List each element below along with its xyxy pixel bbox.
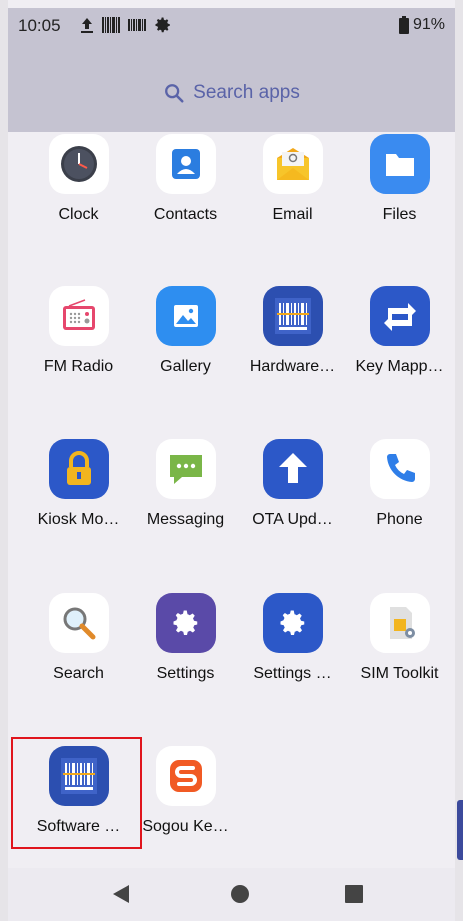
- swap-arrows-icon: [369, 286, 430, 346]
- app-email[interactable]: Email: [239, 134, 346, 224]
- app-label: Settings …: [253, 665, 332, 682]
- status-right: 91%: [398, 16, 445, 34]
- home-button[interactable]: [226, 882, 254, 906]
- highlight-box: [11, 737, 142, 849]
- upload-arrow-icon: [262, 439, 323, 499]
- app-clock[interactable]: Clock: [25, 134, 132, 224]
- app-label: Email: [272, 206, 313, 223]
- gear-small-icon: [155, 17, 170, 33]
- status-icons: [80, 14, 172, 36]
- screen-frame-left: [0, 0, 8, 921]
- app-sim-toolkit[interactable]: SIM Toolkit: [346, 593, 453, 683]
- app-settings-2[interactable]: Settings …: [239, 593, 346, 683]
- recents-square-icon: [345, 885, 363, 903]
- status-time: 10:05: [18, 16, 61, 35]
- app-label: Settings: [156, 665, 215, 682]
- app-label: Sogou Ke…: [142, 818, 229, 835]
- app-label: OTA Upd…: [252, 511, 333, 528]
- app-label: Contacts: [153, 206, 218, 223]
- barcode-small-icon: [102, 17, 120, 33]
- app-label: Kiosk Mo…: [37, 511, 120, 528]
- radio-icon: [48, 286, 109, 346]
- email-icon: [262, 134, 323, 194]
- app-gallery[interactable]: Gallery: [132, 286, 239, 376]
- app-kiosk-mode[interactable]: Kiosk Mo…: [25, 439, 132, 529]
- app-label: Key Mapp…: [355, 358, 444, 375]
- battery-icon: [398, 16, 409, 34]
- barcode-small-icon-2: [128, 19, 146, 31]
- app-label: Messaging: [146, 511, 225, 528]
- navigation-bar: [8, 868, 455, 921]
- app-fm-radio[interactable]: FM Radio: [25, 286, 132, 376]
- app-search[interactable]: Search: [25, 593, 132, 683]
- search-apps-label: Search apps: [193, 82, 300, 103]
- gear-icon: [262, 593, 323, 653]
- gallery-icon: [155, 286, 216, 346]
- upload-icon: [81, 18, 93, 33]
- app-key-mapping[interactable]: Key Mapp…: [346, 286, 453, 376]
- app-label: Phone: [376, 511, 423, 528]
- app-label: Gallery: [160, 358, 211, 375]
- battery-percent: 91%: [412, 16, 445, 33]
- home-circle-icon: [231, 885, 249, 903]
- app-hardware[interactable]: Hardware…: [239, 286, 346, 376]
- app-label: Clock: [58, 206, 99, 223]
- lock-icon: [48, 439, 109, 499]
- app-label: Search: [53, 665, 104, 682]
- app-sogou-keyboard[interactable]: Sogou Ke…: [132, 746, 239, 836]
- sogou-s-icon: [155, 746, 216, 806]
- gear-icon: [155, 593, 216, 653]
- contacts-icon: [155, 134, 216, 194]
- app-ota-update[interactable]: OTA Upd…: [239, 439, 346, 529]
- app-files[interactable]: Files: [346, 134, 453, 224]
- app-label: Files: [382, 206, 417, 223]
- phone-icon: [369, 439, 430, 499]
- sim-card-icon: [369, 593, 430, 653]
- clock-icon: [48, 134, 109, 194]
- app-contacts[interactable]: Contacts: [132, 134, 239, 224]
- app-messaging[interactable]: Messaging: [132, 439, 239, 529]
- back-triangle-icon: [113, 885, 129, 903]
- app-drawer-header: Search apps: [8, 42, 455, 132]
- search-icon: [165, 84, 184, 103]
- app-label: SIM Toolkit: [360, 665, 439, 682]
- app-label: FM Radio: [43, 358, 114, 375]
- recents-button[interactable]: [340, 882, 368, 906]
- app-phone[interactable]: Phone: [346, 439, 453, 529]
- screen-frame-right: [455, 0, 463, 921]
- message-icon: [155, 439, 216, 499]
- barcode-icon: [262, 286, 323, 346]
- side-scroll-handle[interactable]: [457, 800, 463, 860]
- magnifier-icon: [48, 593, 109, 653]
- back-button[interactable]: [107, 882, 135, 906]
- app-label: Hardware…: [249, 358, 336, 375]
- search-apps-bar[interactable]: Search apps: [8, 82, 455, 104]
- folder-icon: [369, 134, 430, 194]
- status-bar: 10:05 91%: [8, 8, 455, 42]
- app-settings[interactable]: Settings: [132, 593, 239, 683]
